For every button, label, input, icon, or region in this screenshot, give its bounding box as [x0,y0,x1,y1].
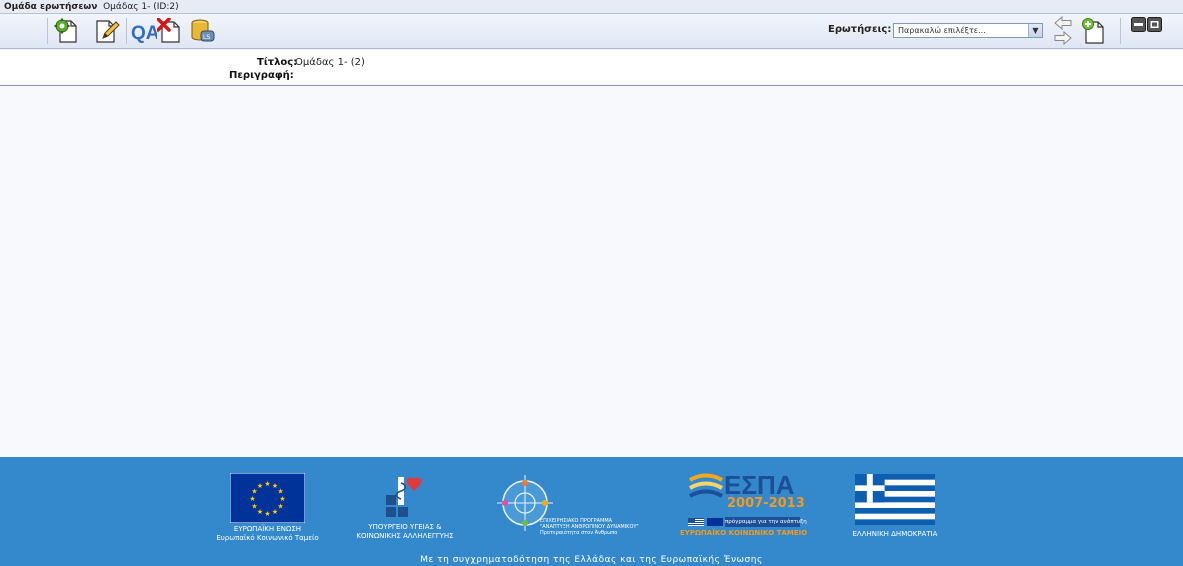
svg-text:★: ★ [249,495,255,503]
espa-caption: ΕΥΡΩΠΑΪΚΟ ΚΟΙΝΩΝΙΚΟ ΤΑΜΕΙΟ [680,529,808,537]
eu-caption: ΕΥΡΩΠΑΪΚΗ ΕΝΩΣΗ Ευρωπαϊκό Κοινωνικό Ταμεί… [216,525,319,542]
toolbar-separator [126,18,127,44]
svg-text:★: ★ [277,503,283,511]
footer: ★ ★ ★ ★ ★ ★ ★ ★ ★ ★ ★ ★ ΕΥΡΩΠΑΪΚΗ ΕΝΩΣΗ Ευρωπαϊκό … [0,457,1183,566]
greek-flag-logo [855,474,935,525]
svg-text:QA: QA [131,23,157,44]
arrow-right-icon[interactable] [1054,31,1072,45]
cofinancing-text: Με τη συγχρηματοδότηση της Ελλάδας και τ… [420,555,763,565]
qa-icon[interactable]: QA [131,18,157,44]
eu-flag-logo: ★ ★★★ ★★★★ ★★★★ [230,473,305,523]
ministry-caption: ΥΠΟΥΡΓΕΙΟ ΥΓΕΙΑΣ & ΚΟΙΝΩΝΙΚΗΣ ΑΛΛΗΛΕΓΓΥΗΣ [356,523,454,540]
svg-text:★: ★ [264,480,270,488]
toolbar-separator [1120,18,1121,44]
title-label: Τίτλος: [257,57,298,68]
svg-text:★: ★ [257,482,263,490]
database-export-icon[interactable]: LS [189,18,215,44]
questions-label: Ερωτήσεις: [828,24,892,35]
section-title: Ομάδα ερωτήσεων [4,2,98,12]
title-value: Ομάδας 1- (2) [295,57,365,68]
description-label: Περιγραφή: [229,70,294,81]
item-title: Ομάδας 1- (ID:2) [103,2,179,12]
espa-flags-icon [688,518,723,526]
op-caption: ΕΠΙΧΕΙΡΗΣΙΑΚΟ ΠΡΟΓΡΑΜΜΑ "ΑΝΑΠΤΥΞΗ ΑΝΘΡΩΠΙ… [540,518,639,536]
espa-swoosh-icon [688,473,724,498]
add-document-icon[interactable] [1081,18,1107,44]
greek-flag-caption: ΕΛΛΗΝΙΚΗ ΔΗΜΟΚΡΑΤΙΑ [852,530,938,538]
gear-document-icon[interactable] [53,18,79,44]
content-area [0,86,1183,457]
svg-text:★: ★ [251,503,257,511]
espa-tagline: πρόγραμμα για την ανάπτυξη [725,517,807,527]
svg-text:LS: LS [203,34,210,41]
toolbar: QA LS Ερωτήσεις: Παρακαλώ επιλέξτε... ▼ [0,14,1183,49]
edit-document-icon[interactable] [94,18,120,44]
chevron-down-icon[interactable]: ▼ [1028,24,1042,37]
svg-text:★: ★ [272,508,278,516]
toolbar-separator [47,18,48,44]
arrow-left-icon[interactable] [1054,16,1072,30]
ministry-logo [386,477,422,517]
questions-select[interactable]: Παρακαλώ επιλέξτε... ▼ [893,23,1043,38]
questions-select-value: Παρακαλώ επιλέξτε... [898,26,986,35]
svg-text:★: ★ [264,510,270,518]
delete-document-icon[interactable] [157,18,183,44]
espa-years: 2007-2013 [727,496,805,511]
info-panel: Τίτλος: Ομάδας 1- (2) Περιγραφή: [0,50,1183,86]
espa-brand: ΕΣΠΑ [724,470,795,500]
title-bar: Ομάδα ερωτήσεων Ομάδας 1- (ID:2) [0,0,1183,14]
svg-text:★: ★ [257,508,263,516]
window-toggle-icon[interactable] [1131,17,1163,33]
page: Ομάδα ερωτήσεων Ομάδας 1- (ID:2) QA LS Ε… [0,0,1183,566]
